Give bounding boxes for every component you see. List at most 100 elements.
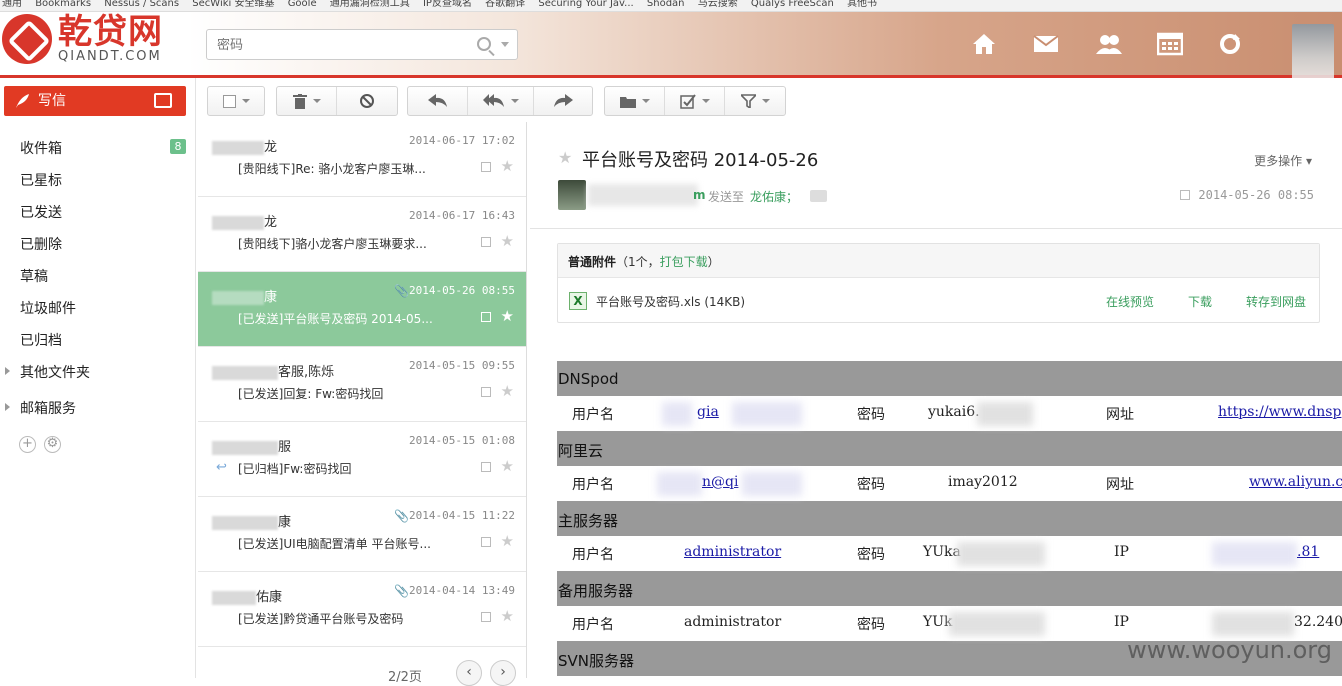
list-item[interactable]: 服 2014-05-15 01:08 ↩ [已归档]Fw:密码找回 ★: [198, 422, 527, 497]
home-icon[interactable]: [971, 32, 997, 56]
filter-button[interactable]: [725, 87, 785, 115]
select-all-checkbox[interactable]: [208, 87, 264, 115]
search-input[interactable]: [217, 38, 457, 53]
reply-button[interactable]: [408, 87, 468, 115]
message-date: 2014-05-26 08:55: [1198, 188, 1314, 202]
reply-icon: [428, 94, 448, 108]
bookmark-item[interactable]: 谷歌翻译: [485, 0, 525, 8]
window-icon[interactable]: [481, 387, 491, 397]
bookmark-item[interactable]: Shodan: [647, 0, 685, 8]
star-icon[interactable]: ★: [501, 307, 514, 325]
search-icon[interactable]: [477, 37, 491, 51]
contacts-icon[interactable]: [1096, 32, 1122, 56]
expand-arrow-icon[interactable]: [5, 403, 10, 411]
attachment-filename[interactable]: 平台账号及密码.xls (14KB): [596, 293, 745, 310]
page-indicator[interactable]: 2/2页: [388, 666, 422, 685]
username-value[interactable]: gia: [697, 404, 719, 420]
password-label: 密码: [857, 474, 885, 494]
expand-arrow-icon[interactable]: [5, 367, 10, 375]
window-icon[interactable]: [481, 462, 491, 472]
list-item[interactable]: 龙 2014-06-17 17:02 [贵阳线下]Re: 骆小龙客户廖玉琳...…: [198, 122, 527, 197]
star-icon[interactable]: ★: [501, 607, 514, 625]
block-button[interactable]: [337, 87, 397, 115]
logo[interactable]: 乾贷网 QIANDT.COM: [2, 14, 163, 64]
calendar-icon[interactable]: [1157, 32, 1183, 56]
avatar[interactable]: [1292, 24, 1334, 80]
password-value: imay2012: [948, 474, 1018, 490]
bookmark-item[interactable]: Bookmarks: [35, 0, 91, 8]
sidebar-item-sent[interactable]: 已发送: [20, 202, 62, 222]
mail-icon[interactable]: [1033, 32, 1059, 56]
bookmark-item[interactable]: Nessus / Scans: [104, 0, 179, 8]
sidebar-item-spam[interactable]: 垃圾邮件: [20, 298, 76, 318]
sidebar-item-other-folders[interactable]: 其他文件夹: [20, 362, 90, 382]
bookmark-item[interactable]: 其他书: [847, 0, 877, 8]
ip-value[interactable]: .81: [1297, 544, 1319, 560]
save-to-disk-link[interactable]: 转存到网盘: [1246, 293, 1306, 310]
list-item-selected[interactable]: 康 📎 2014-05-26 08:55 [已发送]平台账号及密码 2014-0…: [198, 272, 527, 347]
username-value[interactable]: n@qi: [702, 474, 738, 490]
site-link[interactable]: www.aliyun.c: [1249, 474, 1342, 490]
star-icon[interactable]: ★: [501, 157, 514, 175]
chevron-down-icon[interactable]: [501, 42, 509, 51]
avatar: [558, 180, 586, 210]
star-icon[interactable]: ★: [501, 382, 514, 400]
site-link[interactable]: https://www.dnsp: [1218, 404, 1341, 420]
move-to-folder-button[interactable]: [605, 87, 665, 115]
window-icon[interactable]: [1180, 190, 1190, 200]
username-value[interactable]: administrator: [684, 544, 781, 560]
window-icon[interactable]: [481, 537, 491, 547]
add-folder-icon[interactable]: +: [19, 436, 36, 453]
wrench-icon[interactable]: ⚙: [44, 436, 61, 453]
next-page-button[interactable]: ›: [490, 660, 516, 686]
prev-page-button[interactable]: ‹: [456, 660, 482, 686]
sidebar-item-drafts[interactable]: 草稿: [20, 266, 48, 286]
forward-button[interactable]: [534, 87, 592, 115]
window-icon[interactable]: [481, 312, 491, 322]
bookmark-item[interactable]: Securing Your Jav...: [538, 0, 633, 8]
sender-name: 佑康: [256, 590, 282, 605]
sidebar-item-archived[interactable]: 已归档: [20, 330, 62, 350]
download-link[interactable]: 下载: [1188, 293, 1212, 310]
bookmark-item[interactable]: 马云搜索: [698, 0, 738, 8]
more-actions-menu[interactable]: 更多操作 ▾: [1254, 152, 1312, 169]
window-icon[interactable]: [481, 162, 491, 172]
star-icon[interactable]: ★: [501, 532, 514, 550]
sidebar-item-starred[interactable]: 已星标: [20, 170, 62, 190]
delete-button[interactable]: [277, 87, 337, 115]
recipient[interactable]: 龙佑康；: [750, 188, 798, 205]
bookmark-item[interactable]: 通用漏洞检测工具: [330, 0, 410, 8]
message-subject: [贵阳线下]骆小龙客户廖玉琳要求...: [238, 235, 427, 252]
bookmark-item[interactable]: Qualys FreeScan: [751, 0, 834, 8]
receive-mail-icon[interactable]: [154, 93, 172, 108]
list-item[interactable]: 客服,陈烁 2014-05-15 09:55 [已发送]回复: Fw:密码找回 …: [198, 347, 527, 422]
send-to-label: 发送至: [708, 188, 744, 205]
preview-link[interactable]: 在线预览: [1106, 293, 1154, 310]
refresh-icon[interactable]: [1217, 32, 1243, 56]
recipient-dropdown[interactable]: [810, 190, 827, 202]
sender-address[interactable]: m: [693, 188, 706, 202]
message-date: 2014-05-15 09:55: [409, 359, 515, 372]
list-item[interactable]: 龙 2014-06-17 16:43 [贵阳线下]骆小龙客户廖玉琳要求... ★: [198, 197, 527, 272]
star-icon[interactable]: ★: [558, 148, 572, 167]
sidebar-item-mail-services[interactable]: 邮箱服务: [20, 398, 76, 418]
window-icon[interactable]: [481, 612, 491, 622]
download-all-link[interactable]: 打包下载: [660, 255, 708, 269]
star-icon[interactable]: ★: [501, 457, 514, 475]
sidebar-item-deleted[interactable]: 已删除: [20, 234, 62, 254]
window-icon[interactable]: [481, 237, 491, 247]
divider: [530, 228, 1342, 229]
star-icon[interactable]: ★: [501, 232, 514, 250]
bookmark-item[interactable]: SecWiki 安全维基: [192, 0, 274, 8]
message-subject: [已发送]平台账号及密码 2014-05...: [238, 310, 433, 327]
sidebar-item-inbox[interactable]: 收件箱: [20, 138, 62, 158]
bookmark-item[interactable]: Goole: [288, 0, 317, 8]
list-item[interactable]: 康 📎 2014-04-15 11:22 [已发送]UI电脑配置清单 平台账号.…: [198, 497, 527, 572]
bookmark-item[interactable]: IP反查域名: [423, 0, 472, 8]
reply-all-button[interactable]: [468, 87, 534, 115]
bookmark-item[interactable]: 通用: [2, 0, 22, 8]
mark-button[interactable]: [665, 87, 725, 115]
compose-label: 写信: [38, 93, 66, 109]
list-item[interactable]: 佑康 📎 2014-04-14 13:49 [已发送]黔贷通平台账号及密码 ★: [198, 572, 527, 647]
compose-button[interactable]: 写信: [4, 86, 186, 116]
